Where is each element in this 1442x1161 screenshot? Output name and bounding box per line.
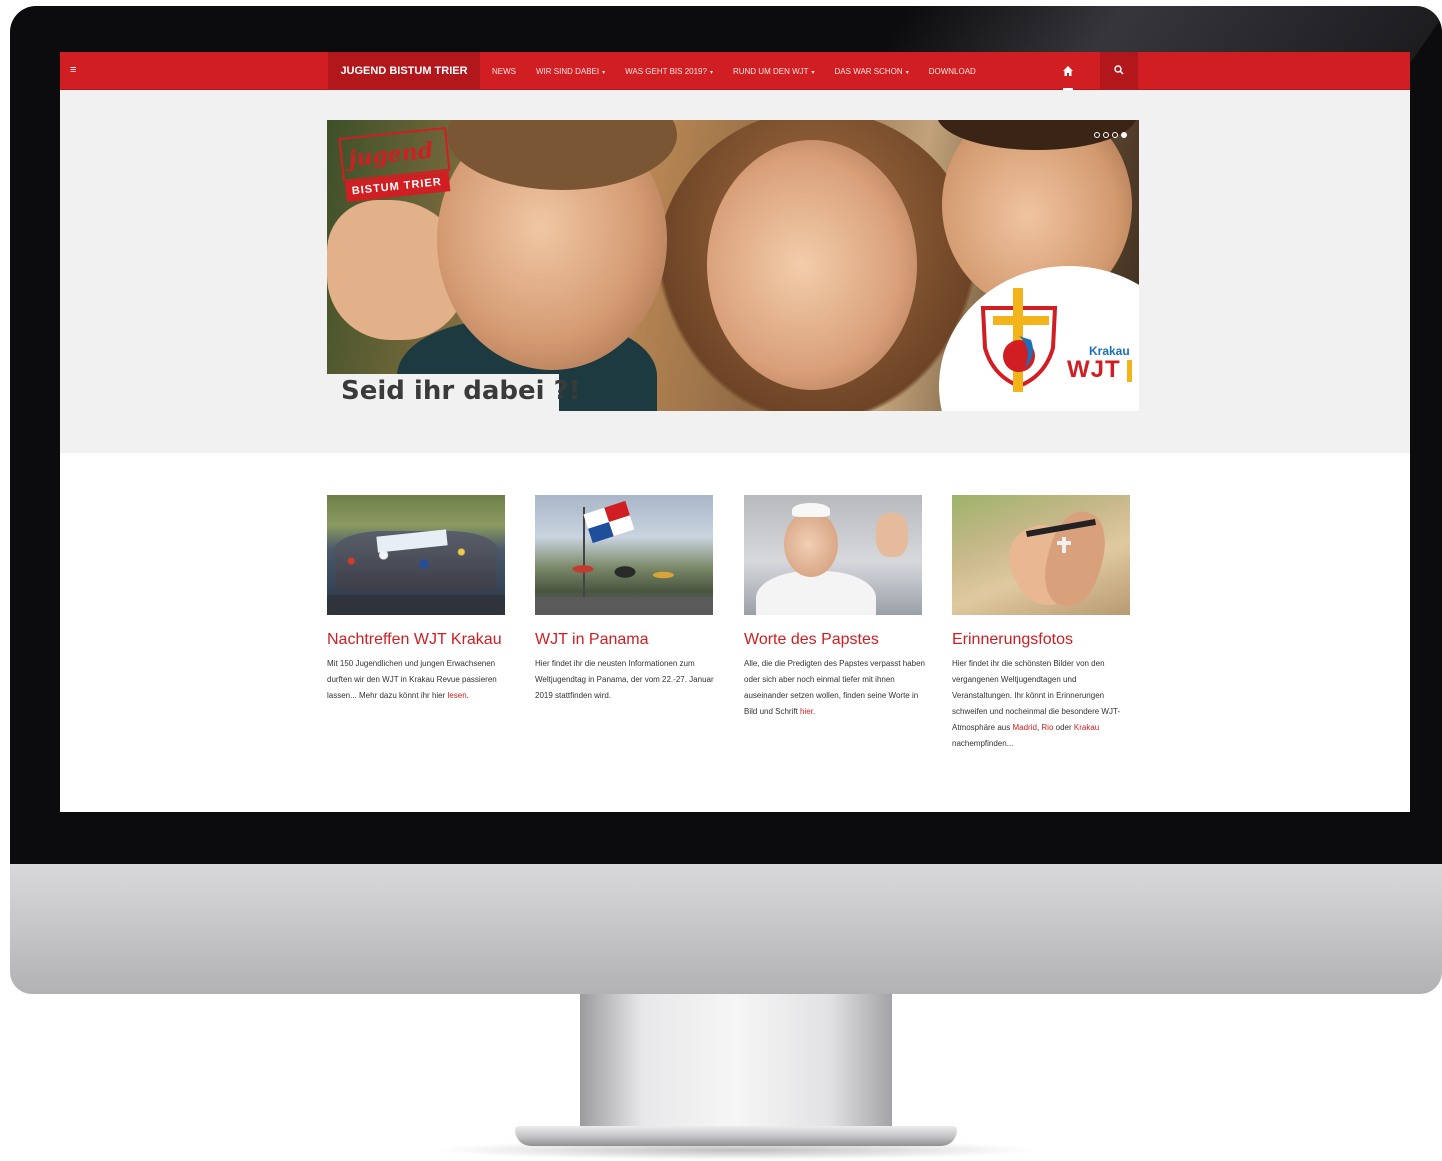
photo-robe bbox=[756, 571, 876, 615]
card-text-tail: . bbox=[466, 691, 469, 700]
website-screen: ≡ JUGEND BISTUM TRIER NEWS WIR SIND DABE… bbox=[60, 52, 1410, 812]
nav-item-label: RUND UM DEN WJT bbox=[732, 66, 809, 76]
card-title-link[interactable]: Erinnerungsfotos bbox=[952, 631, 1136, 649]
hero-caption: Seid ihr dabei ?! bbox=[341, 376, 581, 406]
card-title-link[interactable]: WJT in Panama bbox=[535, 631, 719, 649]
card-image-group-photo[interactable] bbox=[327, 495, 505, 615]
photo-face bbox=[784, 511, 838, 577]
slider-dot[interactable] bbox=[1112, 132, 1118, 138]
card-inline-link-rio[interactable]: Rio bbox=[1041, 723, 1053, 732]
nav-item-label: DOWNLOAD bbox=[928, 66, 976, 76]
card-image-hands-cross[interactable] bbox=[952, 495, 1130, 615]
photo-road bbox=[535, 597, 713, 615]
site-brand-link[interactable]: JUGEND BISTUM TRIER bbox=[328, 52, 480, 90]
chevron-down-icon: ▾ bbox=[709, 69, 713, 76]
nav-item-das-war-schon[interactable]: DAS WAR SCHON ▾ bbox=[835, 67, 909, 76]
card-inline-link[interactable]: lesen bbox=[448, 691, 467, 700]
card-text-separator: oder bbox=[1053, 723, 1074, 732]
hamburger-icon[interactable]: ≡ bbox=[70, 64, 80, 76]
nav-item-label: WAS GEHT BIS 2019? bbox=[625, 66, 707, 76]
top-navbar: ≡ JUGEND BISTUM TRIER NEWS WIR SIND DABE… bbox=[60, 52, 1410, 90]
teaser-cards: Nachtreffen WJT Krakau Mit 150 Jugendlic… bbox=[327, 495, 1139, 775]
card-text: Mit 150 Jugendlichen und jungen Erwachse… bbox=[327, 656, 511, 704]
nav-item-was-geht-bis-2019[interactable]: WAS GEHT BIS 2019? ▾ bbox=[625, 67, 713, 76]
search-button[interactable] bbox=[1100, 52, 1138, 90]
slider-dot-active[interactable] bbox=[1121, 132, 1127, 138]
teaser-card: Nachtreffen WJT Krakau Mit 150 Jugendlic… bbox=[327, 495, 511, 704]
hero-photo-face bbox=[707, 140, 917, 390]
jugend-bistum-trier-logo: jugend BISTUM TRIER bbox=[338, 126, 451, 202]
teaser-card: Worte des Papstes Alle, die die Predigte… bbox=[744, 495, 928, 720]
cross-icon bbox=[1057, 537, 1071, 553]
search-icon bbox=[1114, 65, 1124, 75]
chevron-down-icon: ▾ bbox=[811, 69, 815, 76]
hero-slider[interactable]: jugend BISTUM TRIER Krakau WJT Seid ihr … bbox=[327, 120, 1139, 411]
nav-item-wir-sind-dabei[interactable]: WIR SIND DABEI ▾ bbox=[536, 67, 605, 76]
nav-item-label: DAS WAR SCHON bbox=[834, 66, 903, 76]
hero-section: jugend BISTUM TRIER Krakau WJT Seid ihr … bbox=[60, 90, 1410, 453]
card-inline-link-krakau[interactable]: Krakau bbox=[1074, 723, 1099, 732]
monitor-chin bbox=[10, 864, 1442, 994]
wjt-year-bar bbox=[1127, 360, 1132, 382]
slider-dot[interactable] bbox=[1103, 132, 1109, 138]
card-title-link[interactable]: Worte des Papstes bbox=[744, 631, 928, 649]
card-inline-link[interactable]: hier bbox=[800, 707, 813, 716]
monitor-stand-neck bbox=[580, 994, 892, 1130]
monitor-mockup: ≡ JUGEND BISTUM TRIER NEWS WIR SIND DABE… bbox=[0, 0, 1442, 1161]
photo-cap bbox=[792, 503, 830, 517]
card-text-tail: nachempfinden... bbox=[952, 739, 1014, 748]
card-inline-link-madrid[interactable]: Madrid bbox=[1012, 723, 1036, 732]
nav-item-label: NEWS bbox=[492, 66, 516, 76]
card-text-body: Hier findet ihr die neusten Informatione… bbox=[535, 659, 714, 700]
card-text-body: Hier findet ihr die schönsten Bilder von… bbox=[952, 659, 1121, 732]
nav-menu: NEWS WIR SIND DABEI ▾ WAS GEHT BIS 2019? ▾… bbox=[492, 52, 996, 90]
photo-ground bbox=[327, 595, 505, 615]
chevron-down-icon: ▾ bbox=[602, 69, 606, 76]
nav-item-download[interactable]: DOWNLOAD bbox=[929, 67, 976, 76]
nav-item-label: WIR SIND DABEI bbox=[536, 66, 600, 76]
card-text-body: Mit 150 Jugendlichen und jungen Erwachse… bbox=[327, 659, 497, 700]
card-text: Hier findet ihr die neusten Informatione… bbox=[535, 656, 719, 704]
home-icon[interactable] bbox=[1062, 64, 1074, 78]
card-text: Alle, die die Predigten des Papstes verp… bbox=[744, 656, 928, 720]
card-text-tail: . bbox=[812, 707, 816, 716]
card-image-pope[interactable] bbox=[744, 495, 922, 615]
card-title-link[interactable]: Nachtreffen WJT Krakau bbox=[327, 631, 511, 649]
teaser-card: Erinnerungsfotos Hier findet ihr die sch… bbox=[952, 495, 1136, 752]
monitor-stand-base bbox=[515, 1126, 957, 1146]
card-text: Hier findet ihr die schönsten Bilder von… bbox=[952, 656, 1136, 752]
wjt-label: WJT bbox=[1067, 356, 1121, 383]
nav-item-rund-um-den-wjt[interactable]: RUND UM DEN WJT ▾ bbox=[733, 67, 815, 76]
photo-people bbox=[565, 545, 685, 605]
slider-dots bbox=[1091, 132, 1127, 138]
nav-item-news[interactable]: NEWS bbox=[492, 67, 516, 76]
photo-flag bbox=[583, 500, 635, 544]
photo-hand bbox=[876, 513, 908, 557]
hero-caption-box: Seid ihr dabei ?! bbox=[327, 374, 581, 411]
chevron-down-icon: ▾ bbox=[905, 69, 909, 76]
card-text-body: Alle, die die Predigten des Papstes verp… bbox=[744, 659, 926, 716]
slider-dot[interactable] bbox=[1094, 132, 1100, 138]
card-image-panama-flag[interactable] bbox=[535, 495, 713, 615]
teaser-card: WJT in Panama Hier findet ihr die neuste… bbox=[535, 495, 719, 704]
wjt-krakau-logo-icon bbox=[980, 288, 1058, 392]
